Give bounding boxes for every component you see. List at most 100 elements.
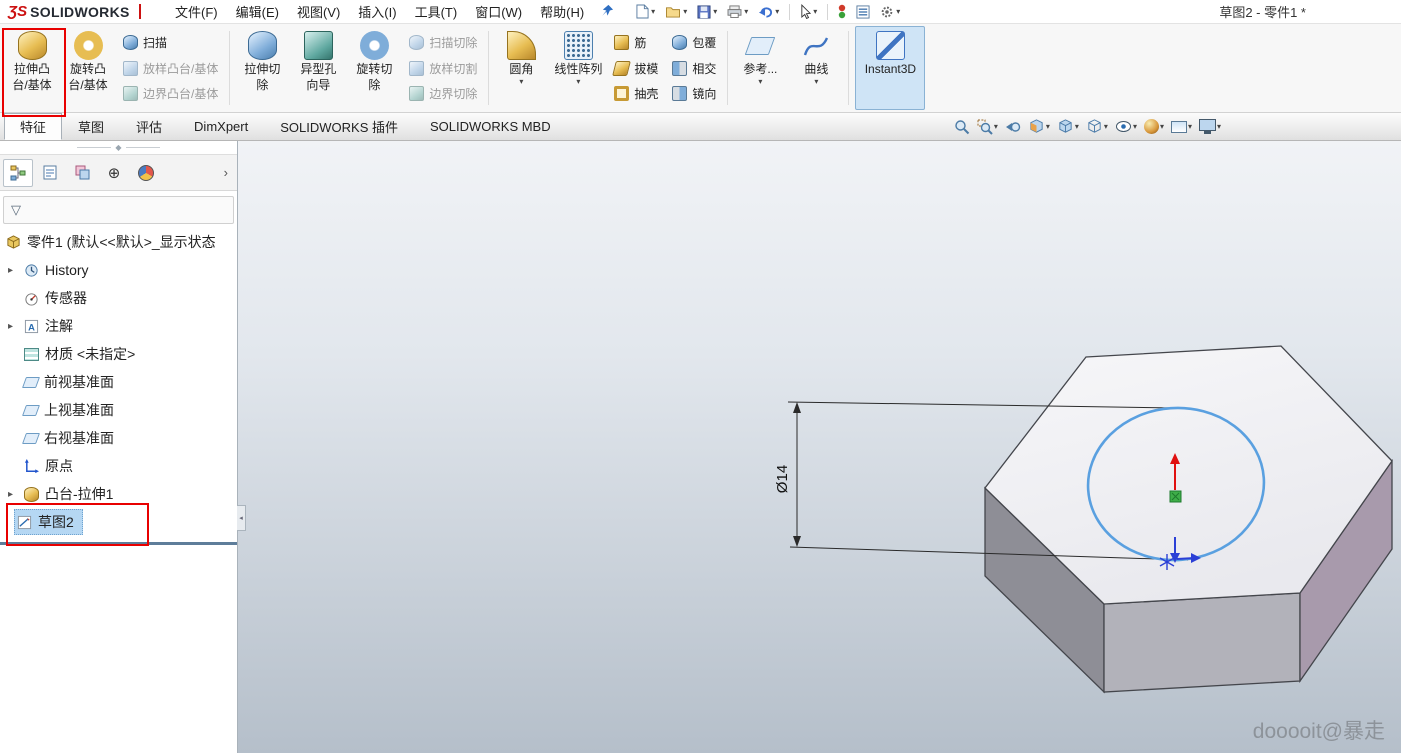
- sweep-button[interactable]: 扫描: [119, 33, 222, 52]
- mirror-button[interactable]: 镜向: [668, 84, 720, 103]
- wrap-button[interactable]: 包覆: [668, 33, 720, 52]
- dimxpertmanager-tab[interactable]: ⊕: [99, 159, 129, 187]
- linear-pattern-button[interactable]: 线性阵列 ▾: [549, 26, 607, 110]
- pin-menu-icon[interactable]: [597, 2, 618, 22]
- apply-scene-icon[interactable]: ▾: [1169, 120, 1194, 134]
- panel-expand-chevron[interactable]: ›: [218, 165, 234, 180]
- edit-appearance-icon[interactable]: ▾: [1142, 118, 1166, 135]
- instant3d-button[interactable]: Instant3D: [855, 26, 925, 110]
- boundary-boss-icon: [123, 86, 138, 101]
- part-icon: [6, 235, 21, 250]
- features-group-reference: 参考... ▾ 曲线 ▾: [732, 26, 844, 110]
- shell-icon: [614, 86, 629, 101]
- hex-front-face[interactable]: [1104, 593, 1300, 692]
- extrude-boss-icon: [18, 31, 47, 60]
- tab-dimxpert[interactable]: DimXpert: [178, 113, 264, 140]
- tree-item-part-root[interactable]: 零件1 (默认<<默认>_显示状态: [0, 228, 237, 256]
- intersect-icon: [672, 61, 687, 76]
- undo-icon[interactable]: ▾: [754, 3, 783, 21]
- panel-splitter[interactable]: ◆: [0, 141, 237, 155]
- tree-item-sketch2[interactable]: 草图2: [0, 508, 237, 536]
- ribbon-separator: [727, 31, 728, 105]
- tab-solidworks-addins[interactable]: SOLIDWORKS 插件: [264, 113, 414, 140]
- hole-wizard-button[interactable]: 异型孔 向导: [290, 26, 346, 110]
- zoom-area-icon[interactable]: ▾: [975, 118, 1000, 136]
- tab-evaluate[interactable]: 评估: [120, 113, 178, 140]
- panel-collapse-handle[interactable]: ◂: [237, 505, 246, 531]
- logo-red-bar: [139, 4, 141, 19]
- boundary-boss-button[interactable]: 边界凸台/基体: [119, 84, 222, 103]
- revolve-cut-button[interactable]: 旋转切 除: [346, 26, 402, 110]
- boundary-cut-icon: [409, 86, 424, 101]
- tree-item-sensors[interactable]: 传感器: [0, 284, 237, 312]
- menu-file[interactable]: 文件(F): [166, 0, 227, 24]
- sketch2-selection: 草图2: [14, 509, 83, 535]
- configurationmanager-tab[interactable]: [67, 159, 97, 187]
- tree-item-boss-extrude1[interactable]: ▸ 凸台-拉伸1: [0, 480, 237, 508]
- section-view-icon[interactable]: ▾: [1026, 117, 1052, 136]
- tab-features[interactable]: 特征: [4, 113, 62, 140]
- tab-solidworks-mbd[interactable]: SOLIDWORKS MBD: [414, 113, 567, 140]
- print-icon[interactable]: ▾: [723, 3, 752, 20]
- displaymanager-tab[interactable]: [131, 159, 161, 187]
- loft-cut-button[interactable]: 放样切割: [405, 59, 481, 78]
- zoom-fit-icon[interactable]: [952, 118, 972, 136]
- boundary-cut-button[interactable]: 边界切除: [405, 84, 481, 103]
- intersect-button[interactable]: 相交: [668, 59, 720, 78]
- cut-small-column: 扫描切除 放样切割 边界切除: [402, 26, 484, 110]
- task-pane-icon[interactable]: [852, 3, 874, 21]
- annotations-icon: A: [24, 319, 39, 334]
- sweep-cut-button[interactable]: 扫描切除: [405, 33, 481, 52]
- reference-geometry-icon: [748, 31, 772, 60]
- sweep-icon: [123, 35, 138, 50]
- draft-button[interactable]: 拔模: [610, 59, 662, 78]
- extrude-cut-button[interactable]: 拉伸切 除: [234, 26, 290, 110]
- tree-filter-bar[interactable]: ▽: [3, 196, 234, 224]
- modify-small-column-1: 筋 拔模 抽壳: [607, 26, 665, 110]
- view-settings-icon[interactable]: ▾: [1197, 118, 1223, 135]
- curves-icon: [803, 31, 829, 60]
- open-icon[interactable]: ▾: [661, 3, 691, 20]
- rollback-bar[interactable]: [0, 542, 237, 545]
- hide-show-items-icon[interactable]: ▾: [1113, 119, 1139, 134]
- menu-insert[interactable]: 插入(I): [349, 0, 405, 24]
- tree-item-top-plane[interactable]: 上视基准面: [0, 396, 237, 424]
- previous-view-icon[interactable]: [1003, 118, 1023, 136]
- select-arrow-icon[interactable]: ▾: [796, 2, 821, 21]
- propertymanager-tab[interactable]: [35, 159, 65, 187]
- display-style-icon[interactable]: ▾: [1084, 117, 1110, 136]
- menu-tools[interactable]: 工具(T): [406, 0, 467, 24]
- tree-item-right-plane[interactable]: 右视基准面: [0, 424, 237, 452]
- tree-item-material[interactable]: 材质 <未指定>: [0, 340, 237, 368]
- rib-button[interactable]: 筋: [610, 33, 662, 52]
- extrude-boss-button[interactable]: 拉伸凸 台/基体: [4, 26, 60, 110]
- front-plane-icon: [22, 377, 40, 388]
- view-orientation-icon[interactable]: ▾: [1055, 117, 1081, 136]
- options-gear-icon[interactable]: ▾: [876, 3, 904, 21]
- featuremanager-tab[interactable]: [3, 159, 33, 187]
- loft-button[interactable]: 放样凸台/基体: [119, 59, 222, 78]
- menu-help[interactable]: 帮助(H): [531, 0, 593, 24]
- menu-window[interactable]: 窗口(W): [466, 0, 531, 24]
- reference-geometry-button[interactable]: 参考... ▾: [732, 26, 788, 110]
- curves-button[interactable]: 曲线 ▾: [788, 26, 844, 110]
- save-icon[interactable]: ▾: [693, 3, 721, 21]
- dimension-diameter-label[interactable]: Ø14: [774, 465, 791, 493]
- shell-button[interactable]: 抽壳: [610, 84, 662, 103]
- tree-item-origin[interactable]: 原点: [0, 452, 237, 480]
- tree-item-history[interactable]: ▸ History: [0, 256, 237, 284]
- red-green-indicator-icon[interactable]: [834, 2, 850, 21]
- solidworks-window: ƷS SOLIDWORKS 文件(F) 编辑(E) 视图(V) 插入(I) 工具…: [0, 0, 1401, 753]
- new-document-icon[interactable]: ▾: [632, 2, 659, 21]
- tab-sketch[interactable]: 草图: [62, 113, 120, 140]
- tree-item-annotations[interactable]: ▸ A 注解: [0, 312, 237, 340]
- graphics-viewport[interactable]: Ø14 dooooit@暴走: [238, 141, 1401, 753]
- sketch-icon: [17, 515, 32, 530]
- sweep-cut-icon: [409, 35, 424, 50]
- revolve-boss-button[interactable]: 旋转凸 台/基体: [60, 26, 116, 110]
- tree-item-front-plane[interactable]: 前视基准面: [0, 368, 237, 396]
- fillet-button[interactable]: 圆角 ▾: [493, 26, 549, 110]
- menu-view[interactable]: 视图(V): [288, 0, 349, 24]
- menu-edit[interactable]: 编辑(E): [227, 0, 288, 24]
- instant3d-icon: [876, 31, 905, 60]
